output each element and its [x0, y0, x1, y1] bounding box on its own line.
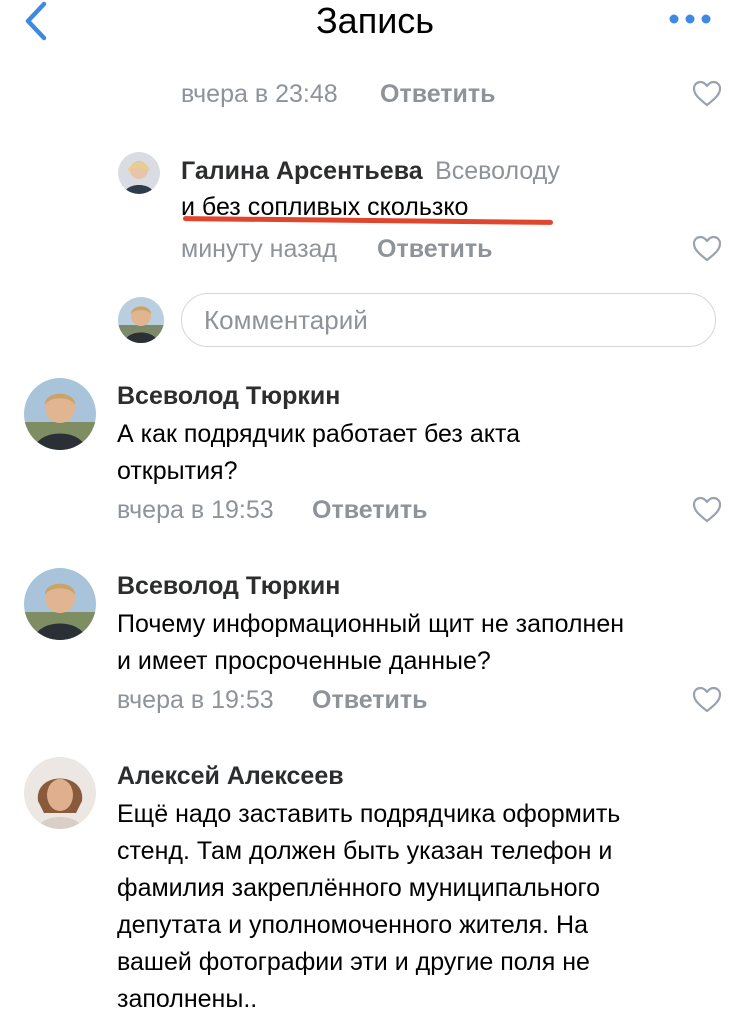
comment-text-line: Ещё надо заставить подрядчика оформить	[117, 800, 621, 828]
comment-time: вчера в 19:53	[117, 496, 274, 524]
heart-icon	[692, 235, 722, 262]
comment-time: минуту назад	[181, 235, 338, 263]
comment-text-line: фамилия закреплённого муниципального	[117, 874, 600, 902]
comment-header: Галина Арсентьева Всеволоду	[181, 155, 560, 187]
author-name[interactable]: Галина Арсентьева	[181, 157, 423, 185]
page-title: Запись	[315, 0, 435, 41]
avatar[interactable]	[118, 152, 160, 194]
like-button[interactable]	[692, 235, 722, 263]
avatar[interactable]	[24, 378, 96, 450]
like-button[interactable]	[692, 686, 722, 714]
more-button[interactable]	[666, 6, 716, 32]
addressee-name[interactable]: Всеволоду	[435, 157, 560, 185]
comment-text-line: депутата и уполномоченного жителя. На	[117, 911, 588, 939]
avatar-image	[118, 297, 164, 343]
avatar[interactable]	[24, 568, 96, 640]
comment-input[interactable]	[182, 294, 715, 346]
avatar-image	[118, 152, 160, 194]
reply-button[interactable]: Ответить	[312, 684, 428, 716]
like-button[interactable]	[692, 80, 722, 108]
reply-button[interactable]: Ответить	[312, 494, 428, 526]
author-name[interactable]: Всеволод Тюркин	[117, 380, 340, 412]
avatar-image	[24, 568, 96, 640]
avatar-image	[24, 757, 96, 829]
like-button[interactable]	[692, 496, 722, 524]
more-dots-icon	[669, 14, 711, 24]
comment-text-line: Почему информационный щит не заполнен	[117, 610, 625, 638]
comment-input-container[interactable]	[181, 293, 716, 347]
author-name[interactable]: Всеволод Тюркин	[117, 570, 340, 602]
heart-icon	[692, 686, 722, 713]
avatar[interactable]	[24, 757, 96, 829]
reply-button[interactable]: Ответить	[377, 233, 493, 265]
comment-text-line: и имеет просроченные данные?	[117, 647, 491, 675]
comment-time: вчера в 23:48	[181, 80, 338, 108]
comment-text-line: открытия?	[117, 457, 238, 485]
comment-text-line: вашей фотографии эти и другие поля не	[117, 948, 590, 976]
heart-icon	[692, 80, 722, 107]
comment-text-line: А как подрядчик работает без акта	[117, 420, 521, 448]
avatar-image	[24, 378, 96, 450]
author-name[interactable]: Алексей Алексеев	[117, 760, 344, 792]
current-user-avatar	[118, 297, 164, 343]
reply-button[interactable]: Ответить	[380, 78, 496, 110]
heart-icon	[692, 496, 722, 523]
comment-text-line: стенд. Там должен быть указан телефон и	[117, 837, 613, 865]
comment-time: вчера в 19:53	[117, 686, 274, 714]
